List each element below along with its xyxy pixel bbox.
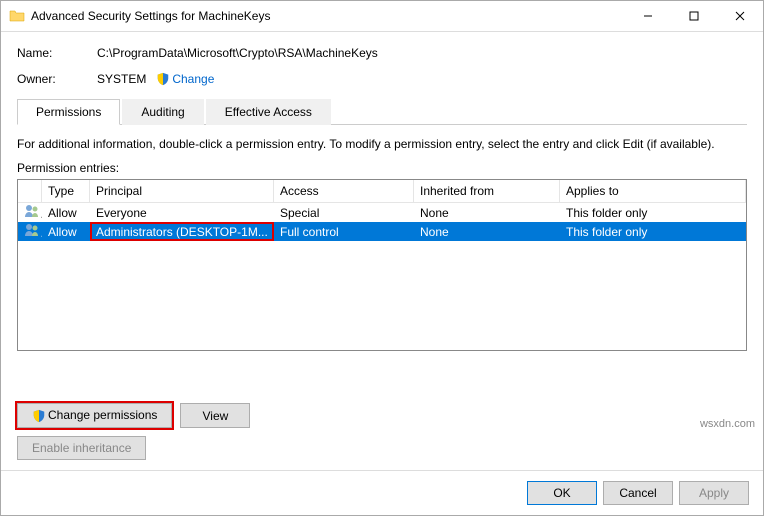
col-principal[interactable]: Principal <box>90 180 274 202</box>
tab-strip: Permissions Auditing Effective Access <box>17 98 747 125</box>
folder-icon <box>9 8 25 24</box>
maximize-button[interactable] <box>671 1 717 31</box>
close-button[interactable] <box>717 1 763 31</box>
cancel-button[interactable]: Cancel <box>603 481 673 505</box>
watermark: wsxdn.com <box>700 418 755 430</box>
info-text: For additional information, double-click… <box>17 137 747 151</box>
name-row: Name: C:\ProgramData\Microsoft\Crypto\RS… <box>17 46 747 60</box>
users-icon <box>24 223 40 237</box>
users-icon <box>24 204 40 218</box>
permission-table: Type Principal Access Inherited from App… <box>17 179 747 351</box>
name-value: C:\ProgramData\Microsoft\Crypto\RSA\Mach… <box>97 46 378 60</box>
table-row[interactable]: Allow Administrators (DESKTOP-1M... Full… <box>18 222 746 241</box>
window-title: Advanced Security Settings for MachineKe… <box>31 9 625 23</box>
minimize-button[interactable] <box>625 1 671 31</box>
action-buttons: Change permissions View <box>17 393 747 428</box>
cell-applies: This folder only <box>560 224 746 240</box>
apply-button: Apply <box>679 481 749 505</box>
row-icon <box>18 222 42 241</box>
tab-auditing[interactable]: Auditing <box>122 99 203 125</box>
owner-row: Owner: SYSTEM Change <box>17 72 747 86</box>
cell-principal-highlighted: Administrators (DESKTOP-1M... <box>90 222 274 241</box>
cell-access: Full control <box>274 224 414 240</box>
table-header: Type Principal Access Inherited from App… <box>18 180 746 203</box>
cell-principal: Everyone <box>90 205 274 221</box>
entries-label: Permission entries: <box>17 161 747 175</box>
table-row[interactable]: Allow Everyone Special None This folder … <box>18 203 746 222</box>
view-button[interactable]: View <box>180 403 250 428</box>
cell-inherited: None <box>414 205 560 221</box>
col-icon[interactable] <box>18 180 42 202</box>
change-permissions-button[interactable]: Change permissions <box>17 403 172 428</box>
enable-inheritance-button: Enable inheritance <box>17 436 146 460</box>
cell-inherited: None <box>414 224 560 240</box>
col-applies[interactable]: Applies to <box>560 180 746 202</box>
shield-icon <box>32 409 46 423</box>
shield-icon <box>156 72 170 86</box>
cell-type: Allow <box>42 224 90 240</box>
security-settings-window: Advanced Security Settings for MachineKe… <box>0 0 764 516</box>
cell-type: Allow <box>42 205 90 221</box>
change-owner-link[interactable]: Change <box>156 72 214 86</box>
tab-effective-access[interactable]: Effective Access <box>206 99 331 125</box>
name-label: Name: <box>17 46 97 60</box>
change-link-text: Change <box>172 72 214 86</box>
cell-applies: This folder only <box>560 205 746 221</box>
ok-button[interactable]: OK <box>527 481 597 505</box>
cell-access: Special <box>274 205 414 221</box>
col-inherited[interactable]: Inherited from <box>414 180 560 202</box>
tab-permissions[interactable]: Permissions <box>17 99 120 125</box>
window-controls <box>625 1 763 31</box>
owner-label: Owner: <box>17 72 97 86</box>
dialog-footer: OK Cancel Apply <box>1 470 763 515</box>
owner-value: SYSTEM <box>97 72 146 86</box>
change-permissions-label: Change permissions <box>48 408 157 422</box>
row-icon <box>18 203 42 222</box>
col-access[interactable]: Access <box>274 180 414 202</box>
inheritance-row: Enable inheritance <box>17 436 747 460</box>
content-area: Name: C:\ProgramData\Microsoft\Crypto\RS… <box>1 32 763 470</box>
col-type[interactable]: Type <box>42 180 90 202</box>
titlebar: Advanced Security Settings for MachineKe… <box>1 1 763 32</box>
